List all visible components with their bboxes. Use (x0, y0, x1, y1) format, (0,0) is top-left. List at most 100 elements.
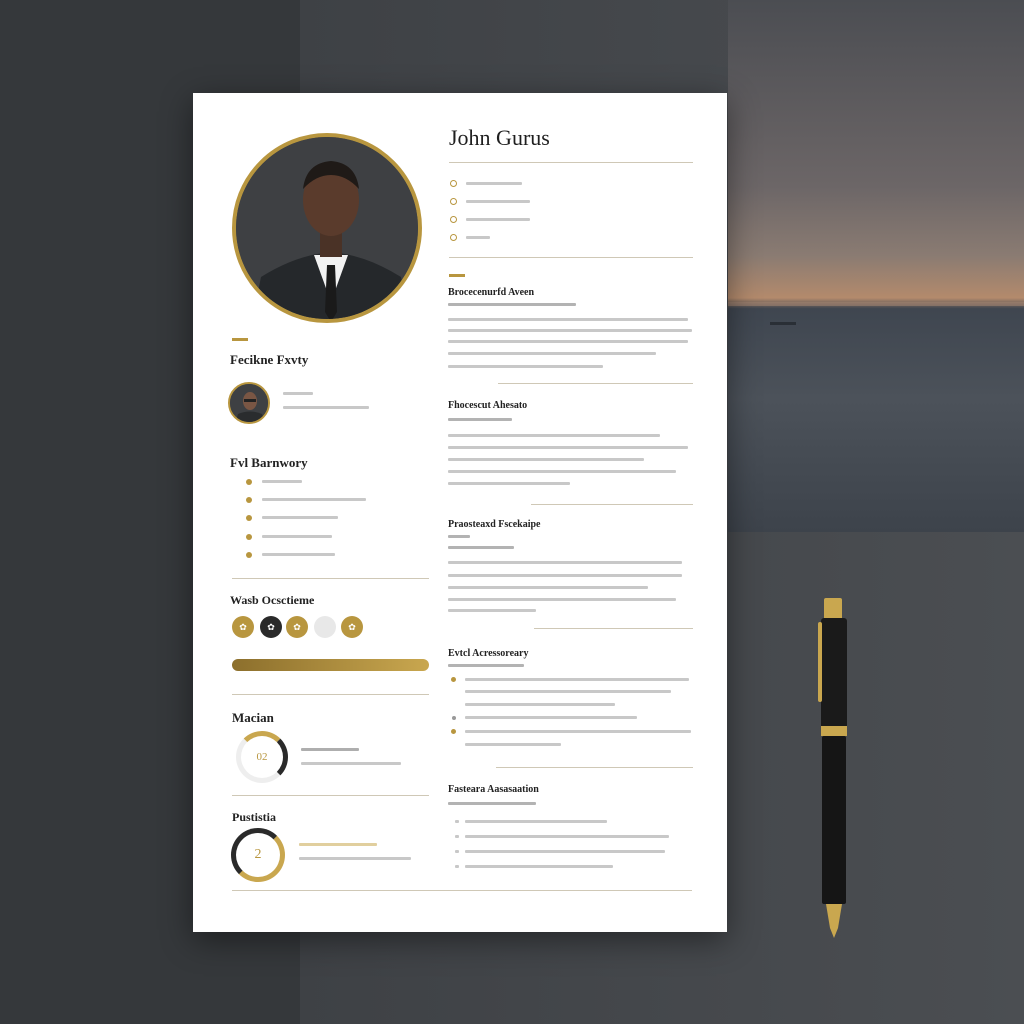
experience-title: Fhocescut Ahesato (448, 400, 528, 411)
text-line (283, 392, 313, 395)
section-accent-dash (232, 338, 248, 341)
text-line (448, 598, 676, 601)
text-line (448, 535, 470, 538)
resume-name: John Gurus (449, 125, 550, 150)
divider (498, 383, 693, 384)
text-line (448, 546, 514, 549)
text-line (448, 418, 512, 421)
text-line (448, 458, 644, 461)
bullet-dot (246, 515, 252, 521)
divider (232, 795, 429, 796)
text-line (448, 365, 603, 368)
text-line (448, 609, 536, 612)
skill-icon (314, 616, 336, 638)
text-line (448, 318, 688, 321)
text-line (448, 303, 576, 306)
text-line (299, 843, 377, 846)
text-line (262, 553, 335, 556)
progress-ring: 02 (236, 731, 288, 783)
bullet-dot (451, 729, 456, 734)
skill-progress-bar (232, 659, 429, 671)
text-line (448, 561, 682, 564)
experience-title: Praosteaxd Fscekaipe (448, 519, 541, 530)
section-title: Macian (232, 710, 274, 725)
text-line (466, 200, 530, 203)
boat-silhouette (770, 322, 796, 325)
resume-paper: Fecikne Fxvty Fvl Barnwory Wasb Ocsctiem… (193, 93, 727, 932)
divider (232, 694, 429, 695)
section-accent-dash (449, 274, 465, 277)
text-line (465, 730, 691, 733)
bullet-dot (246, 497, 252, 503)
text-line (299, 857, 411, 860)
text-line (448, 574, 682, 577)
small-avatar (228, 382, 270, 424)
profile-photo (232, 133, 422, 323)
text-line (448, 802, 536, 805)
bullet-dash (455, 865, 459, 868)
text-line (448, 586, 648, 589)
contact-icon (450, 234, 457, 241)
text-line (465, 865, 613, 868)
text-line (301, 748, 359, 751)
section-title: Fecikne Fxvty (230, 352, 309, 367)
text-line (465, 716, 637, 719)
portrait-illustration (236, 137, 418, 319)
text-line (301, 762, 401, 765)
text-line (262, 516, 338, 519)
bullet-dot (246, 552, 252, 558)
sunset-photo (728, 0, 1024, 532)
text-line (466, 236, 490, 239)
skill-icon: ✿ (286, 616, 308, 638)
text-line (448, 446, 688, 449)
divider (534, 628, 693, 629)
skill-icon: ✿ (260, 616, 282, 638)
divider (449, 257, 693, 258)
bullet-dot (452, 716, 456, 720)
horizon-line (728, 302, 1024, 306)
text-line (465, 690, 671, 693)
text-line (465, 743, 561, 746)
experience-title: Evtcl Acressoreary (448, 648, 529, 659)
text-line (465, 835, 669, 838)
text-line (448, 664, 524, 667)
pen (818, 598, 847, 938)
bullet-dot (246, 479, 252, 485)
text-line (465, 703, 615, 706)
bullet-dash (455, 820, 459, 823)
experience-title: Brocecenurfd Aveen (448, 287, 535, 298)
bullet-dot (246, 534, 252, 540)
bullet-dash (455, 850, 459, 853)
text-line (448, 340, 688, 343)
divider (531, 504, 693, 505)
divider (449, 162, 693, 163)
divider (496, 767, 693, 768)
avatar-illustration (230, 384, 268, 422)
text-line (465, 820, 607, 823)
section-title: Fvl Barnwory (230, 455, 308, 470)
contact-icon (450, 198, 457, 205)
bullet-dot (451, 677, 456, 682)
text-line (448, 434, 660, 437)
contact-icon (450, 180, 457, 187)
text-line (262, 498, 366, 501)
text-line (466, 182, 522, 185)
contact-icon (450, 216, 457, 223)
text-line (466, 218, 530, 221)
section-title: Wasb Ocsctieme (230, 593, 315, 607)
text-line (283, 406, 369, 409)
text-line (448, 329, 692, 332)
bullet-dash (455, 835, 459, 838)
ring-value: 2 (254, 847, 262, 862)
text-line (465, 850, 665, 853)
text-line (262, 480, 302, 483)
text-line (262, 535, 332, 538)
progress-ring: 2 (231, 828, 285, 882)
divider (232, 578, 429, 579)
text-line (465, 678, 689, 681)
experience-title: Fasteara Aasasaation (448, 784, 539, 795)
text-line (448, 470, 676, 473)
text-line (448, 352, 656, 355)
ring-value: 02 (256, 751, 268, 763)
section-title: Pustistia (232, 810, 277, 824)
